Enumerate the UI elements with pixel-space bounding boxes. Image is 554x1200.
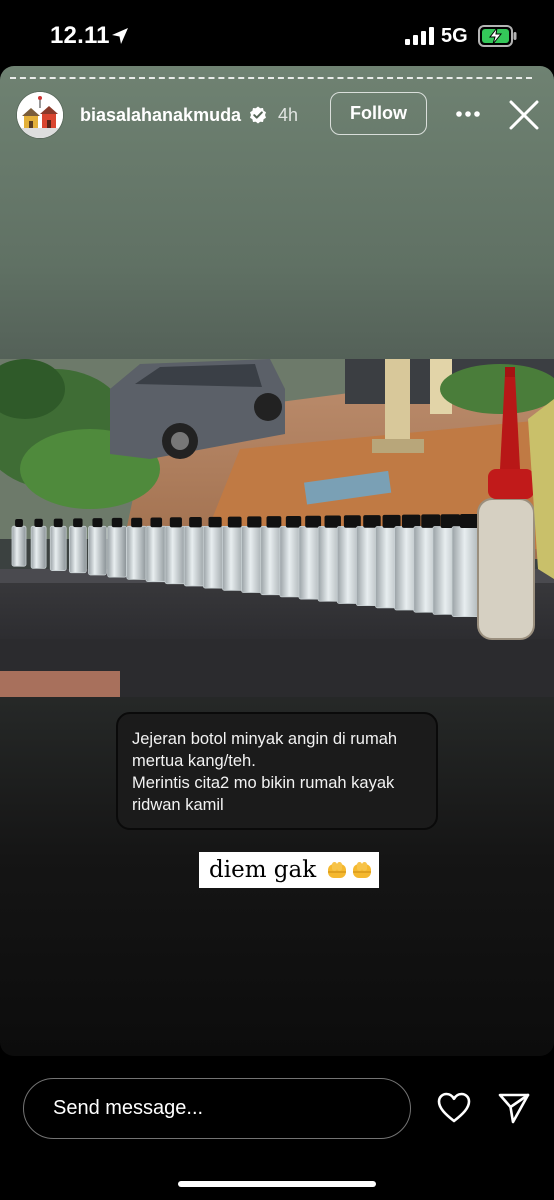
- send-icon[interactable]: [497, 1092, 531, 1124]
- post-age: 4h: [278, 105, 299, 125]
- bottle: [11, 519, 27, 567]
- send-message-input[interactable]: Send message...: [23, 1078, 411, 1139]
- caption-line: mertua kang/teh.: [132, 752, 256, 770]
- bottle: [107, 517, 127, 578]
- caption-line: ridwan kamil: [132, 796, 224, 814]
- location-arrow-icon: [112, 28, 128, 44]
- caption-text-box: Jejeran botol minyak angin di rumah mert…: [116, 712, 438, 830]
- bottle: [88, 518, 107, 576]
- verified-badge-icon: [250, 106, 266, 124]
- signal-bars-icon: [405, 27, 434, 45]
- heart-icon[interactable]: [437, 1092, 471, 1124]
- sticker-text: diem gak: [209, 857, 317, 883]
- story-viewer[interactable]: biasalahanakmuda 4h Follow Jejeran botol…: [0, 66, 554, 1056]
- caption-line: Jejeran botol minyak angin di rumah: [132, 730, 398, 748]
- bottle: [68, 518, 87, 574]
- battery-charging-icon: [478, 25, 517, 47]
- status-bar: 12.11 5G: [0, 0, 554, 70]
- clock-time: 12.11: [50, 22, 110, 49]
- avatar[interactable]: [17, 92, 63, 138]
- photo-bottles-on-windowsill: [0, 359, 554, 697]
- home-indicator[interactable]: [178, 1181, 376, 1187]
- oncoming-fist-icon: [327, 862, 346, 878]
- oncoming-fist-icon: [352, 862, 371, 878]
- send-message-placeholder: Send message...: [53, 1097, 204, 1119]
- story-progress-bar: [10, 77, 532, 79]
- more-options-icon[interactable]: [455, 110, 481, 118]
- avatar-houses-icon: [17, 92, 63, 138]
- bottle: [49, 518, 67, 571]
- bottle: [164, 517, 188, 585]
- caption-line: Merintis cita2 mo bikin rumah kayak: [132, 774, 395, 792]
- follow-button[interactable]: Follow: [330, 92, 427, 135]
- bottle: [145, 517, 168, 582]
- bottle: [126, 517, 147, 580]
- close-icon[interactable]: [508, 99, 540, 131]
- bottle: [30, 518, 47, 569]
- network-type: 5G: [441, 25, 468, 47]
- username[interactable]: biasalahanakmuda: [80, 105, 241, 126]
- text-sticker: diem gak: [199, 852, 379, 888]
- story-photo: [0, 359, 554, 697]
